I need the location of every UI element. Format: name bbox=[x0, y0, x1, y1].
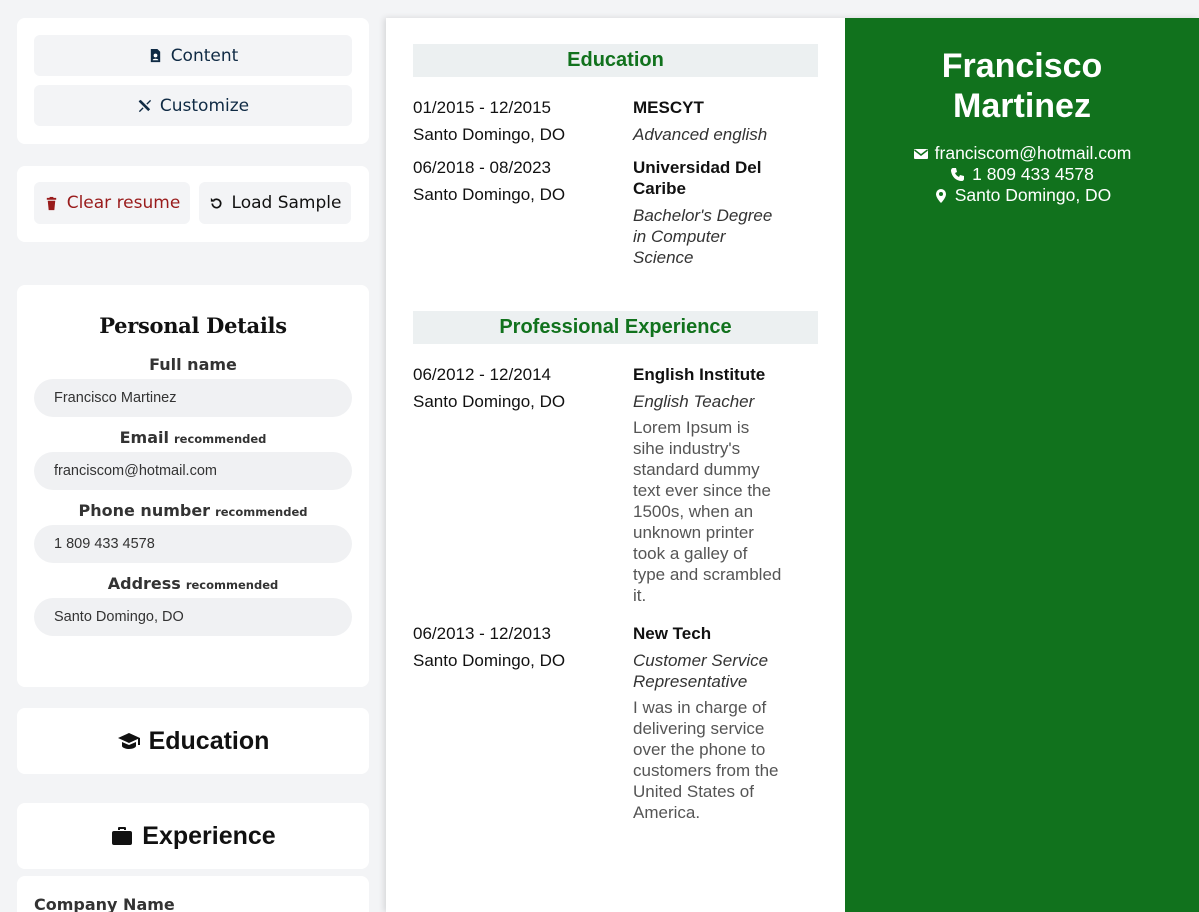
entry-position: English Teacher bbox=[633, 392, 755, 411]
resume-actions-card: Clear resume Load Sample bbox=[17, 166, 369, 242]
envelope-icon bbox=[913, 148, 928, 159]
email-label: Email recommended bbox=[119, 428, 267, 447]
entry-dates: 01/2015 - 12/2015 bbox=[413, 98, 552, 117]
trash-icon bbox=[46, 196, 56, 210]
customize-button[interactable]: Customize bbox=[34, 85, 352, 126]
entry-position: Customer Service Representative bbox=[633, 651, 769, 691]
full-name-label: Full name bbox=[149, 355, 237, 374]
experience-heading: Professional Experience bbox=[413, 311, 818, 344]
entry-degree: Bachelor's Degree in Computer Science bbox=[633, 206, 773, 267]
entry-dates: 06/2012 - 12/2014 bbox=[413, 365, 552, 384]
phone-icon bbox=[951, 167, 965, 181]
recommended-badge: recommended bbox=[173, 432, 267, 446]
mode-switch-card: Content Customize bbox=[17, 18, 369, 144]
entry-location: Santo Domingo, DO bbox=[413, 185, 566, 204]
resume-header-panel: Francisco Martinez franciscom@hotmail.co… bbox=[845, 18, 1199, 912]
tools-icon bbox=[138, 99, 151, 113]
address-label: Address recommended bbox=[107, 574, 279, 593]
phone-label: Phone number recommended bbox=[78, 501, 308, 520]
rotate-icon bbox=[210, 197, 222, 209]
personal-details-card: Personal Details Full name Emailrecommen… bbox=[17, 285, 369, 687]
contact-email: franciscom@hotmail.com bbox=[845, 143, 1199, 164]
contact-address: Santo Domingo, DO bbox=[845, 185, 1199, 206]
customize-button-label: Customize bbox=[159, 95, 250, 116]
education-entry: 06/2018 - 08/2023 Santo Domingo, DO Univ… bbox=[413, 154, 818, 268]
entry-description: I was in charge of delivering service ov… bbox=[633, 698, 779, 822]
briefcase-icon bbox=[112, 827, 133, 845]
entry-company: English Institute bbox=[633, 365, 766, 384]
resume-preview: Education 01/2015 - 12/2015 Santo Doming… bbox=[386, 18, 1199, 912]
map-pin-icon bbox=[935, 188, 946, 203]
entry-company: New Tech bbox=[633, 624, 712, 643]
content-button-label: Content bbox=[170, 45, 239, 66]
entry-dates: 06/2018 - 08/2023 bbox=[413, 158, 552, 177]
experience-entry: 06/2013 - 12/2013 Santo Domingo, DO New … bbox=[413, 620, 818, 823]
experience-section-toggle[interactable]: Experience bbox=[17, 803, 369, 869]
education-section-toggle[interactable]: Education bbox=[17, 708, 369, 774]
education-section-label: Education bbox=[148, 726, 270, 755]
phone-input[interactable] bbox=[34, 525, 352, 563]
contact-block: franciscom@hotmail.com 1 809 433 4578 Sa… bbox=[845, 143, 1199, 206]
personal-details-title: Personal Details bbox=[99, 313, 287, 338]
company-form-card: Company Name bbox=[17, 876, 369, 912]
entry-location: Santo Domingo, DO bbox=[413, 392, 566, 411]
education-heading: Education bbox=[413, 44, 818, 77]
entry-location: Santo Domingo, DO bbox=[413, 651, 566, 670]
recommended-badge: recommended bbox=[185, 578, 279, 592]
graduation-cap-icon bbox=[117, 733, 140, 749]
resume-main-column: Education 01/2015 - 12/2015 Santo Doming… bbox=[386, 18, 845, 912]
entry-description: Lorem Ipsum is sihe industry's standard … bbox=[633, 418, 782, 605]
recommended-badge: recommended bbox=[215, 505, 308, 519]
content-button[interactable]: Content bbox=[34, 35, 352, 76]
resume-name: Francisco Martinez bbox=[941, 47, 1103, 125]
experience-entry: 06/2012 - 12/2014 Santo Domingo, DO Engl… bbox=[413, 361, 818, 606]
load-sample-button[interactable]: Load Sample bbox=[199, 182, 351, 224]
document-icon bbox=[150, 48, 160, 63]
education-entry: 01/2015 - 12/2015 Santo Domingo, DO MESC… bbox=[413, 94, 818, 148]
address-input[interactable] bbox=[34, 598, 352, 636]
entry-degree: Advanced english bbox=[633, 125, 768, 144]
experience-section-label: Experience bbox=[142, 821, 276, 850]
clear-resume-button[interactable]: Clear resume bbox=[34, 182, 190, 224]
entry-school: MESCYT bbox=[633, 98, 704, 117]
company-name-label: Company Name bbox=[34, 895, 175, 912]
entry-dates: 06/2013 - 12/2013 bbox=[413, 624, 552, 643]
clear-resume-label: Clear resume bbox=[66, 193, 181, 213]
contact-phone: 1 809 433 4578 bbox=[845, 164, 1199, 185]
entry-location: Santo Domingo, DO bbox=[413, 125, 566, 144]
load-sample-label: Load Sample bbox=[231, 193, 342, 213]
entry-school: Universidad Del Caribe bbox=[633, 158, 762, 198]
full-name-input[interactable] bbox=[34, 379, 352, 417]
email-input[interactable] bbox=[34, 452, 352, 490]
